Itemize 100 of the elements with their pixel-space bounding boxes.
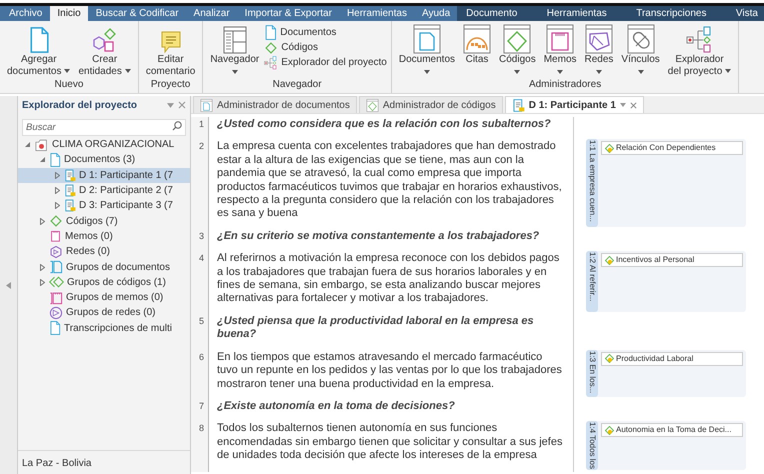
menu-tab[interactable]: Analizar	[186, 6, 237, 21]
ribbon-button[interactable]: Navegador	[207, 24, 262, 79]
ribbon-button[interactable]: Documentos	[264, 25, 387, 40]
tree-item[interactable]: Grupos de códigos (1)	[18, 274, 190, 290]
menu-tab[interactable]: Archivo	[2, 6, 50, 21]
line-number: 8	[191, 421, 209, 472]
group-label: Administradores	[528, 79, 602, 92]
quotation-card[interactable]: 1:4 Todos los Autonomia en la Toma de Deci...	[586, 421, 746, 470]
caret-icon[interactable]	[725, 69, 732, 74]
close-icon[interactable]	[178, 101, 186, 109]
quotation-card[interactable]: 1:1 La empresa cuen... Relación Con Dependientes	[586, 139, 746, 227]
ribbon-button[interactable]: Códigos	[264, 41, 387, 55]
tree-item[interactable]: D 2: Participante 2 (7	[18, 182, 190, 198]
tree-item[interactable]: CLIMA ORGANIZACIONAL	[18, 137, 190, 152]
ribbon-button[interactable]: Documentos	[396, 24, 458, 79]
search-field[interactable]: Buscar	[22, 119, 186, 136]
line-number: 5	[191, 314, 209, 350]
close-icon[interactable]	[630, 102, 637, 108]
code-icon	[605, 144, 614, 153]
code-tag[interactable]: Productividad Laboral	[601, 352, 743, 366]
caret-icon[interactable]	[514, 70, 520, 74]
caret-icon[interactable]	[638, 70, 644, 74]
tree-item[interactable]: Documentos (3)	[18, 152, 190, 168]
memo-window-icon	[546, 24, 574, 54]
ribbon-button[interactable]: Códigos	[496, 24, 539, 79]
menu-tab[interactable]: Ayuda	[414, 6, 458, 21]
ribbon-button[interactable]: Memos	[540, 24, 580, 79]
menu-tab[interactable]: Importar & Exportar	[238, 6, 339, 21]
caret-icon[interactable]	[124, 69, 131, 74]
line-number: 6	[191, 350, 209, 399]
quotation-card[interactable]: 1:2 Al referir... Incentivos al Personal	[586, 251, 746, 312]
quotation-card[interactable]: 1:3 En los... Productividad Laboral	[586, 350, 746, 397]
document-tab[interactable]: Administrador de documentos	[193, 96, 357, 113]
caret-icon[interactable]	[596, 70, 602, 74]
expander-icon[interactable]	[40, 157, 45, 162]
caret-icon[interactable]	[557, 70, 564, 74]
tree-item[interactable]: D 1: Participante 1 (7	[18, 168, 190, 183]
document-tab[interactable]: D 1: Participante 1	[504, 96, 644, 113]
document-icon	[64, 168, 76, 182]
ribbon-button[interactable]: Agregar documentos	[4, 24, 74, 79]
ribbon-button[interactable]: Redes	[582, 24, 616, 79]
code-icon	[605, 426, 614, 435]
ribbon-button[interactable]: Citas	[460, 24, 494, 79]
expander-icon[interactable]	[25, 142, 30, 148]
tree-item[interactable]: Códigos (7)	[18, 213, 190, 229]
search-icon[interactable]	[172, 121, 182, 131]
menu-tab[interactable]: Documento	[463, 6, 520, 21]
answer-text: Todos los subalternos tienen autonomía en sus funciones encomendadas sin embargo tienen que solicitar y consultar a sus jefes de unidades toda decisión que afecte los intereses de la empresa	[209, 421, 574, 472]
question-text: ¿Existe autonomía en la toma de decisiones?	[209, 398, 574, 422]
document-icon	[64, 199, 76, 212]
ribbon-button[interactable]: Editar comentario	[142, 24, 198, 79]
line-number: 3	[191, 228, 209, 252]
ribbon-button[interactable]: Vínculos	[618, 24, 663, 79]
ribbon-button[interactable]: Explorador del proyecto	[664, 24, 734, 79]
menu-tab[interactable]: Herramientas	[544, 6, 610, 21]
collapse-icon[interactable]	[6, 282, 11, 289]
expander-icon[interactable]	[55, 202, 60, 210]
expander-icon[interactable]	[40, 278, 45, 286]
code-tag[interactable]: Autonomia en la Toma de Deci...	[601, 423, 743, 438]
expander-icon[interactable]	[55, 172, 60, 179]
code-icon	[605, 256, 614, 265]
diamond-window-icon	[366, 98, 379, 112]
menu-tab[interactable]: Transcripciones	[633, 6, 710, 21]
menu-tab[interactable]: Buscar & Codificar	[88, 6, 186, 21]
document-icon	[512, 98, 525, 112]
memo-icon	[49, 229, 62, 244]
caret-icon[interactable]	[232, 70, 238, 74]
document-icon	[264, 25, 278, 40]
question-text: ¿En su criterio se motiva constantemente a los trabajadores?	[209, 228, 574, 252]
caret-icon[interactable]	[424, 70, 430, 74]
ribbon-button[interactable]: Crear entidades	[75, 24, 134, 79]
tree-item[interactable]: Grupos de redes (0)	[18, 305, 190, 321]
tree-item[interactable]: D 3: Participante 3 (7	[18, 198, 190, 214]
document-tab[interactable]: Administrador de códigos	[358, 96, 503, 113]
menu-tab[interactable]: Vista	[732, 6, 761, 21]
page-icon	[49, 152, 61, 167]
menu-tab[interactable]: Herramientas	[340, 6, 414, 21]
note-icon	[160, 30, 182, 54]
code-tag[interactable]: Relación Con Dependientes	[601, 141, 743, 156]
expander-icon[interactable]	[40, 218, 45, 225]
tree-item[interactable]: Memos (0)	[18, 228, 190, 244]
quotation-label[interactable]: 1:4 Todos los	[586, 421, 598, 470]
diamond-window-icon	[503, 24, 532, 54]
answer-text: Al referirnos a motivación la empresa reconoce con los debidos pagos a los trabajadores que trabajan fuera de sus horarios laborales y en fines de semana, sin embargo, se esta analizando buscar mejores alternativas para fortalecer y motivar a los trabajadores.	[209, 251, 574, 314]
quotation-label[interactable]: 1:2 Al referir...	[586, 251, 598, 312]
quotation-label[interactable]: 1:1 La empresa cuen...	[586, 139, 598, 227]
tree-item[interactable]: Redes (0)	[18, 244, 190, 260]
tree-item[interactable]: Grupos de memos (0)	[18, 290, 190, 306]
code-tag[interactable]: Incentivos al Personal	[601, 253, 743, 268]
ribbon-button[interactable]: Explorador del proyecto	[264, 56, 387, 70]
expander-icon[interactable]	[40, 264, 45, 271]
tree-item[interactable]: Transcripciones de multi	[18, 320, 190, 336]
dropdown-icon[interactable]	[167, 102, 174, 108]
menu-tab[interactable]: Inicio	[50, 6, 88, 21]
tree-item[interactable]: Grupos de documentos	[18, 259, 190, 275]
quotation-label[interactable]: 1:3 En los...	[586, 350, 598, 397]
dropdown-icon[interactable]	[620, 103, 626, 107]
expander-icon[interactable]	[55, 187, 60, 194]
caret-icon[interactable]	[64, 69, 70, 74]
diamond-icon	[264, 41, 278, 55]
